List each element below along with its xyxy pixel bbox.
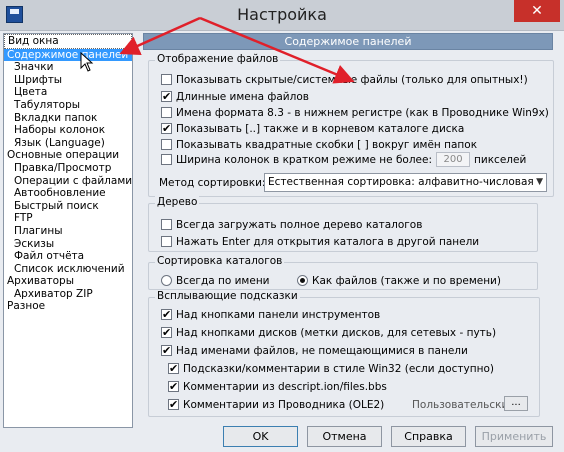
- window-title: Настройка: [237, 5, 327, 24]
- checkbox[interactable]: [168, 397, 179, 412]
- file-display-title: Отображение файлов: [155, 53, 281, 65]
- checkbox[interactable]: [161, 154, 172, 165]
- checkbox[interactable]: [161, 107, 172, 118]
- option-label: Нажать Enter для открытия каталога в дру…: [176, 235, 480, 248]
- option-label: Показывать [..] также и в корневом катал…: [176, 122, 465, 135]
- tree-item[interactable]: Быстрый поиск: [4, 200, 132, 213]
- option-label: Показывать квадратные скобки [ ] вокруг …: [176, 138, 478, 151]
- page-header: Содержимое панелей: [143, 33, 553, 50]
- option-label: Всегда по имени: [176, 274, 270, 287]
- option-label: Комментарии из descript.ion/files.bbs: [183, 380, 387, 393]
- title-bar: Настройка ✕: [0, 0, 564, 31]
- option-label: Комментарии из Проводника (OLE2): [183, 398, 385, 411]
- option-show-hidden[interactable]: Показывать скрытые/системные файлы (толь…: [161, 72, 528, 87]
- apply-button[interactable]: Применить: [475, 426, 553, 447]
- tree-item[interactable]: Архиватор ZIP: [4, 288, 132, 301]
- option-label: Всегда загружать полное дерево каталогов: [176, 218, 423, 231]
- tree-item[interactable]: Наборы колонок: [4, 124, 132, 137]
- option-lowercase-83[interactable]: Имена формата 8.3 - в нижнем регистре (к…: [161, 105, 549, 120]
- checkbox[interactable]: [161, 219, 172, 230]
- sort-method-label: Метод сортировки:: [159, 176, 266, 189]
- tree-item[interactable]: FTP: [4, 212, 132, 225]
- option-explorer-comments[interactable]: Комментарии из Проводника (OLE2): [168, 397, 384, 412]
- option-label: Над кнопками панели инструментов: [176, 308, 381, 321]
- tooltips-title: Всплывающие подсказки: [155, 290, 300, 302]
- width-unit: пикселей: [474, 153, 527, 166]
- tree-item[interactable]: Цвета: [4, 86, 132, 99]
- radio-button[interactable]: [161, 275, 172, 286]
- option-win32-tips[interactable]: Подсказки/комментарии в стиле Win32 (есл…: [168, 361, 494, 376]
- option-descript-ion[interactable]: Комментарии из descript.ion/files.bbs: [168, 379, 387, 394]
- option-enter-other-panel[interactable]: Нажать Enter для открытия каталога в дру…: [161, 234, 479, 249]
- option-load-full-tree[interactable]: Всегда загружать полное дерево каталогов: [161, 217, 422, 232]
- dir-sort-title: Сортировка каталогов: [155, 255, 285, 267]
- tree-item[interactable]: Операции с файлами: [4, 175, 132, 188]
- checkbox[interactable]: [161, 307, 172, 322]
- tree-item[interactable]: Содержимое панелей: [4, 48, 132, 62]
- width-input[interactable]: 200: [436, 152, 471, 167]
- checkbox[interactable]: [161, 139, 172, 150]
- option-label: Как файлов (также и по времени): [312, 274, 501, 287]
- custom-tips-label: Пользовательские:: [412, 397, 518, 412]
- custom-tips-button[interactable]: ...: [504, 396, 528, 411]
- checkbox[interactable]: [168, 361, 179, 376]
- option-sort-like-files[interactable]: Как файлов (также и по времени): [297, 273, 501, 288]
- ok-button[interactable]: OK: [223, 426, 298, 447]
- sort-method-value: Естественная сортировка: алфавитно-число…: [268, 176, 534, 188]
- checkbox[interactable]: [161, 74, 172, 85]
- tree-options-title: Дерево: [155, 196, 200, 208]
- custom-label: Пользовательские:: [412, 398, 519, 411]
- option-label: Ширина колонок в кратком режиме не более…: [176, 153, 433, 166]
- cancel-button[interactable]: Отмена: [307, 426, 382, 447]
- checkbox[interactable]: [161, 236, 172, 247]
- settings-tree: Вид окна Содержимое панелей Значки Шрифты Цв…: [3, 33, 133, 428]
- checkbox[interactable]: [161, 121, 172, 136]
- radio-button[interactable]: [297, 275, 308, 286]
- option-filename-tips[interactable]: Над именами файлов, не помещающимися в п…: [161, 343, 468, 358]
- tree-item[interactable]: Плагины: [4, 225, 132, 238]
- sort-method-row: Метод сортировки:: [159, 175, 265, 190]
- tree-item[interactable]: Язык (Language): [4, 137, 132, 150]
- option-label: Показывать скрытые/системные файлы (толь…: [176, 73, 528, 86]
- checkbox[interactable]: [161, 325, 172, 340]
- tree-item[interactable]: Табуляторы: [4, 99, 132, 112]
- tree-item[interactable]: Автообновление: [4, 187, 132, 200]
- tree-item[interactable]: Основные операции: [4, 149, 132, 162]
- option-toolbar-tips[interactable]: Над кнопками панели инструментов: [161, 307, 380, 322]
- tree-item[interactable]: Вкладки папок: [4, 112, 132, 125]
- tree-item[interactable]: Значки: [4, 61, 132, 74]
- close-button[interactable]: ✕: [514, 0, 560, 22]
- option-long-names[interactable]: Длинные имена файлов: [161, 89, 309, 104]
- checkbox[interactable]: [168, 379, 179, 394]
- tree-item[interactable]: Шрифты: [4, 74, 132, 87]
- tree-item[interactable]: Файл отчёта: [4, 250, 132, 263]
- tree-item[interactable]: Архиваторы: [4, 275, 132, 288]
- option-sort-by-name[interactable]: Всегда по имени: [161, 273, 270, 288]
- sort-method-select[interactable]: Естественная сортировка: алфавитно-число…: [264, 173, 547, 192]
- option-label: Над кнопками дисков (метки дисков, для с…: [176, 326, 497, 339]
- chevron-down-icon: ▼: [536, 177, 543, 187]
- option-drive-tips[interactable]: Над кнопками дисков (метки дисков, для с…: [161, 325, 496, 340]
- checkbox[interactable]: [161, 343, 172, 358]
- option-column-width[interactable]: Ширина колонок в кратком режиме не более…: [161, 152, 526, 167]
- option-show-dotdot[interactable]: Показывать [..] также и в корневом катал…: [161, 121, 464, 136]
- option-label: Имена формата 8.3 - в нижнем регистре (к…: [176, 106, 549, 119]
- tree-item[interactable]: Правка/Просмотр: [4, 162, 132, 175]
- tree-item[interactable]: Эскизы: [4, 238, 132, 251]
- tree-item[interactable]: Список исключений: [4, 263, 132, 276]
- option-label: Подсказки/комментарии в стиле Win32 (есл…: [183, 362, 494, 375]
- tree-item[interactable]: Вид окна: [4, 34, 132, 49]
- help-button[interactable]: Справка: [391, 426, 466, 447]
- option-square-brackets[interactable]: Показывать квадратные скобки [ ] вокруг …: [161, 137, 477, 152]
- option-label: Длинные имена файлов: [176, 90, 309, 103]
- option-label: Над именами файлов, не помещающимися в п…: [176, 344, 468, 357]
- tree-item[interactable]: Разное: [4, 300, 132, 313]
- checkbox[interactable]: [161, 89, 172, 104]
